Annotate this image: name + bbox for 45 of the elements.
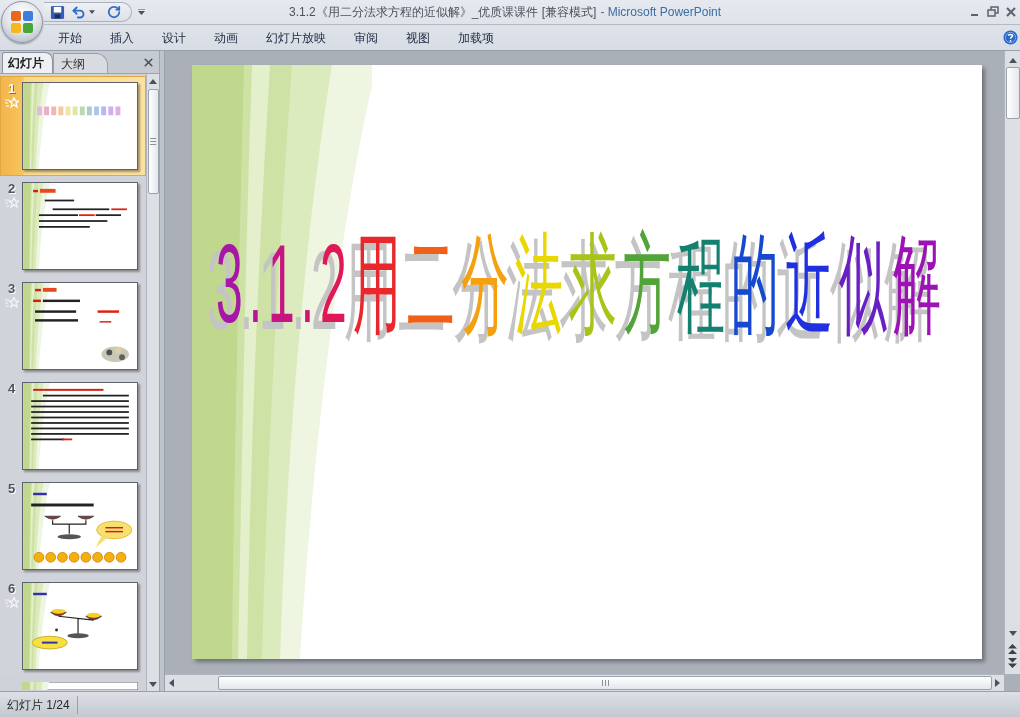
- slide-number: 4: [7, 382, 16, 395]
- scroll-up-icon[interactable]: [1008, 58, 1017, 63]
- caret-icon[interactable]: [89, 10, 95, 14]
- ribbon-tab[interactable]: 插入: [96, 26, 148, 49]
- window-title: 3.1.2《用二分法求方程的近似解》_优质课课件 [兼容模式]: [289, 4, 597, 21]
- save-icon[interactable]: [50, 4, 65, 20]
- squares-logo-icon: [10, 10, 34, 34]
- undo-icon[interactable]: [71, 4, 86, 20]
- ribbon-tab[interactable]: 设计: [148, 26, 200, 49]
- ribbon-tab[interactable]: 视图: [392, 26, 444, 49]
- menu-button[interactable]: [1, 1, 43, 43]
- slide-number: 2: [7, 182, 16, 195]
- scroll-left-icon[interactable]: [169, 679, 174, 687]
- slide-position: 幻灯片 1/24: [6, 696, 71, 714]
- scrollbar-thumb[interactable]: [147, 89, 159, 194]
- close-icon[interactable]: [142, 56, 155, 69]
- slide-number: 1: [7, 82, 16, 95]
- scrollbar-thumb[interactable]: [1005, 67, 1020, 119]
- pane-tab[interactable]: 幻灯片: [2, 52, 53, 73]
- slide-number: 3: [7, 282, 16, 295]
- scrollbar-thumb[interactable]: [218, 676, 992, 690]
- next-slide-icon[interactable]: [1008, 658, 1017, 668]
- slide-title: 3.1.2用二分法求方程的近似解: [216, 229, 947, 341]
- help-icon[interactable]: [1003, 30, 1018, 45]
- scroll-down-icon[interactable]: [1008, 631, 1017, 636]
- slide-number: 6: [7, 582, 16, 595]
- ribbon-tab[interactable]: 幻灯片放映: [252, 26, 340, 49]
- close-icon[interactable]: [1005, 6, 1017, 18]
- app-name: - Microsoft PowerPoint: [600, 4, 722, 21]
- scroll-right-icon[interactable]: [995, 679, 1000, 687]
- pane-tab[interactable]: 大纲: [53, 53, 108, 73]
- scrollbar[interactable]: [1004, 51, 1020, 674]
- scrollbar[interactable]: [165, 674, 1004, 691]
- ribbon-tab[interactable]: 动画: [200, 26, 252, 49]
- ribbon-tab[interactable]: 开始: [44, 26, 96, 49]
- ribbon-tab[interactable]: 审阅: [340, 26, 392, 49]
- slide-number: 5: [7, 482, 16, 495]
- scrollbar[interactable]: [146, 74, 159, 691]
- scroll-up-icon[interactable]: [149, 79, 158, 84]
- redo-icon[interactable]: [107, 5, 121, 19]
- restore-icon[interactable]: [987, 6, 999, 18]
- customize-caret-icon[interactable]: [138, 9, 145, 15]
- previous-slide-icon[interactable]: [1008, 644, 1017, 654]
- scroll-down-icon[interactable]: [149, 682, 158, 687]
- ribbon-tab[interactable]: 加载项: [444, 26, 508, 49]
